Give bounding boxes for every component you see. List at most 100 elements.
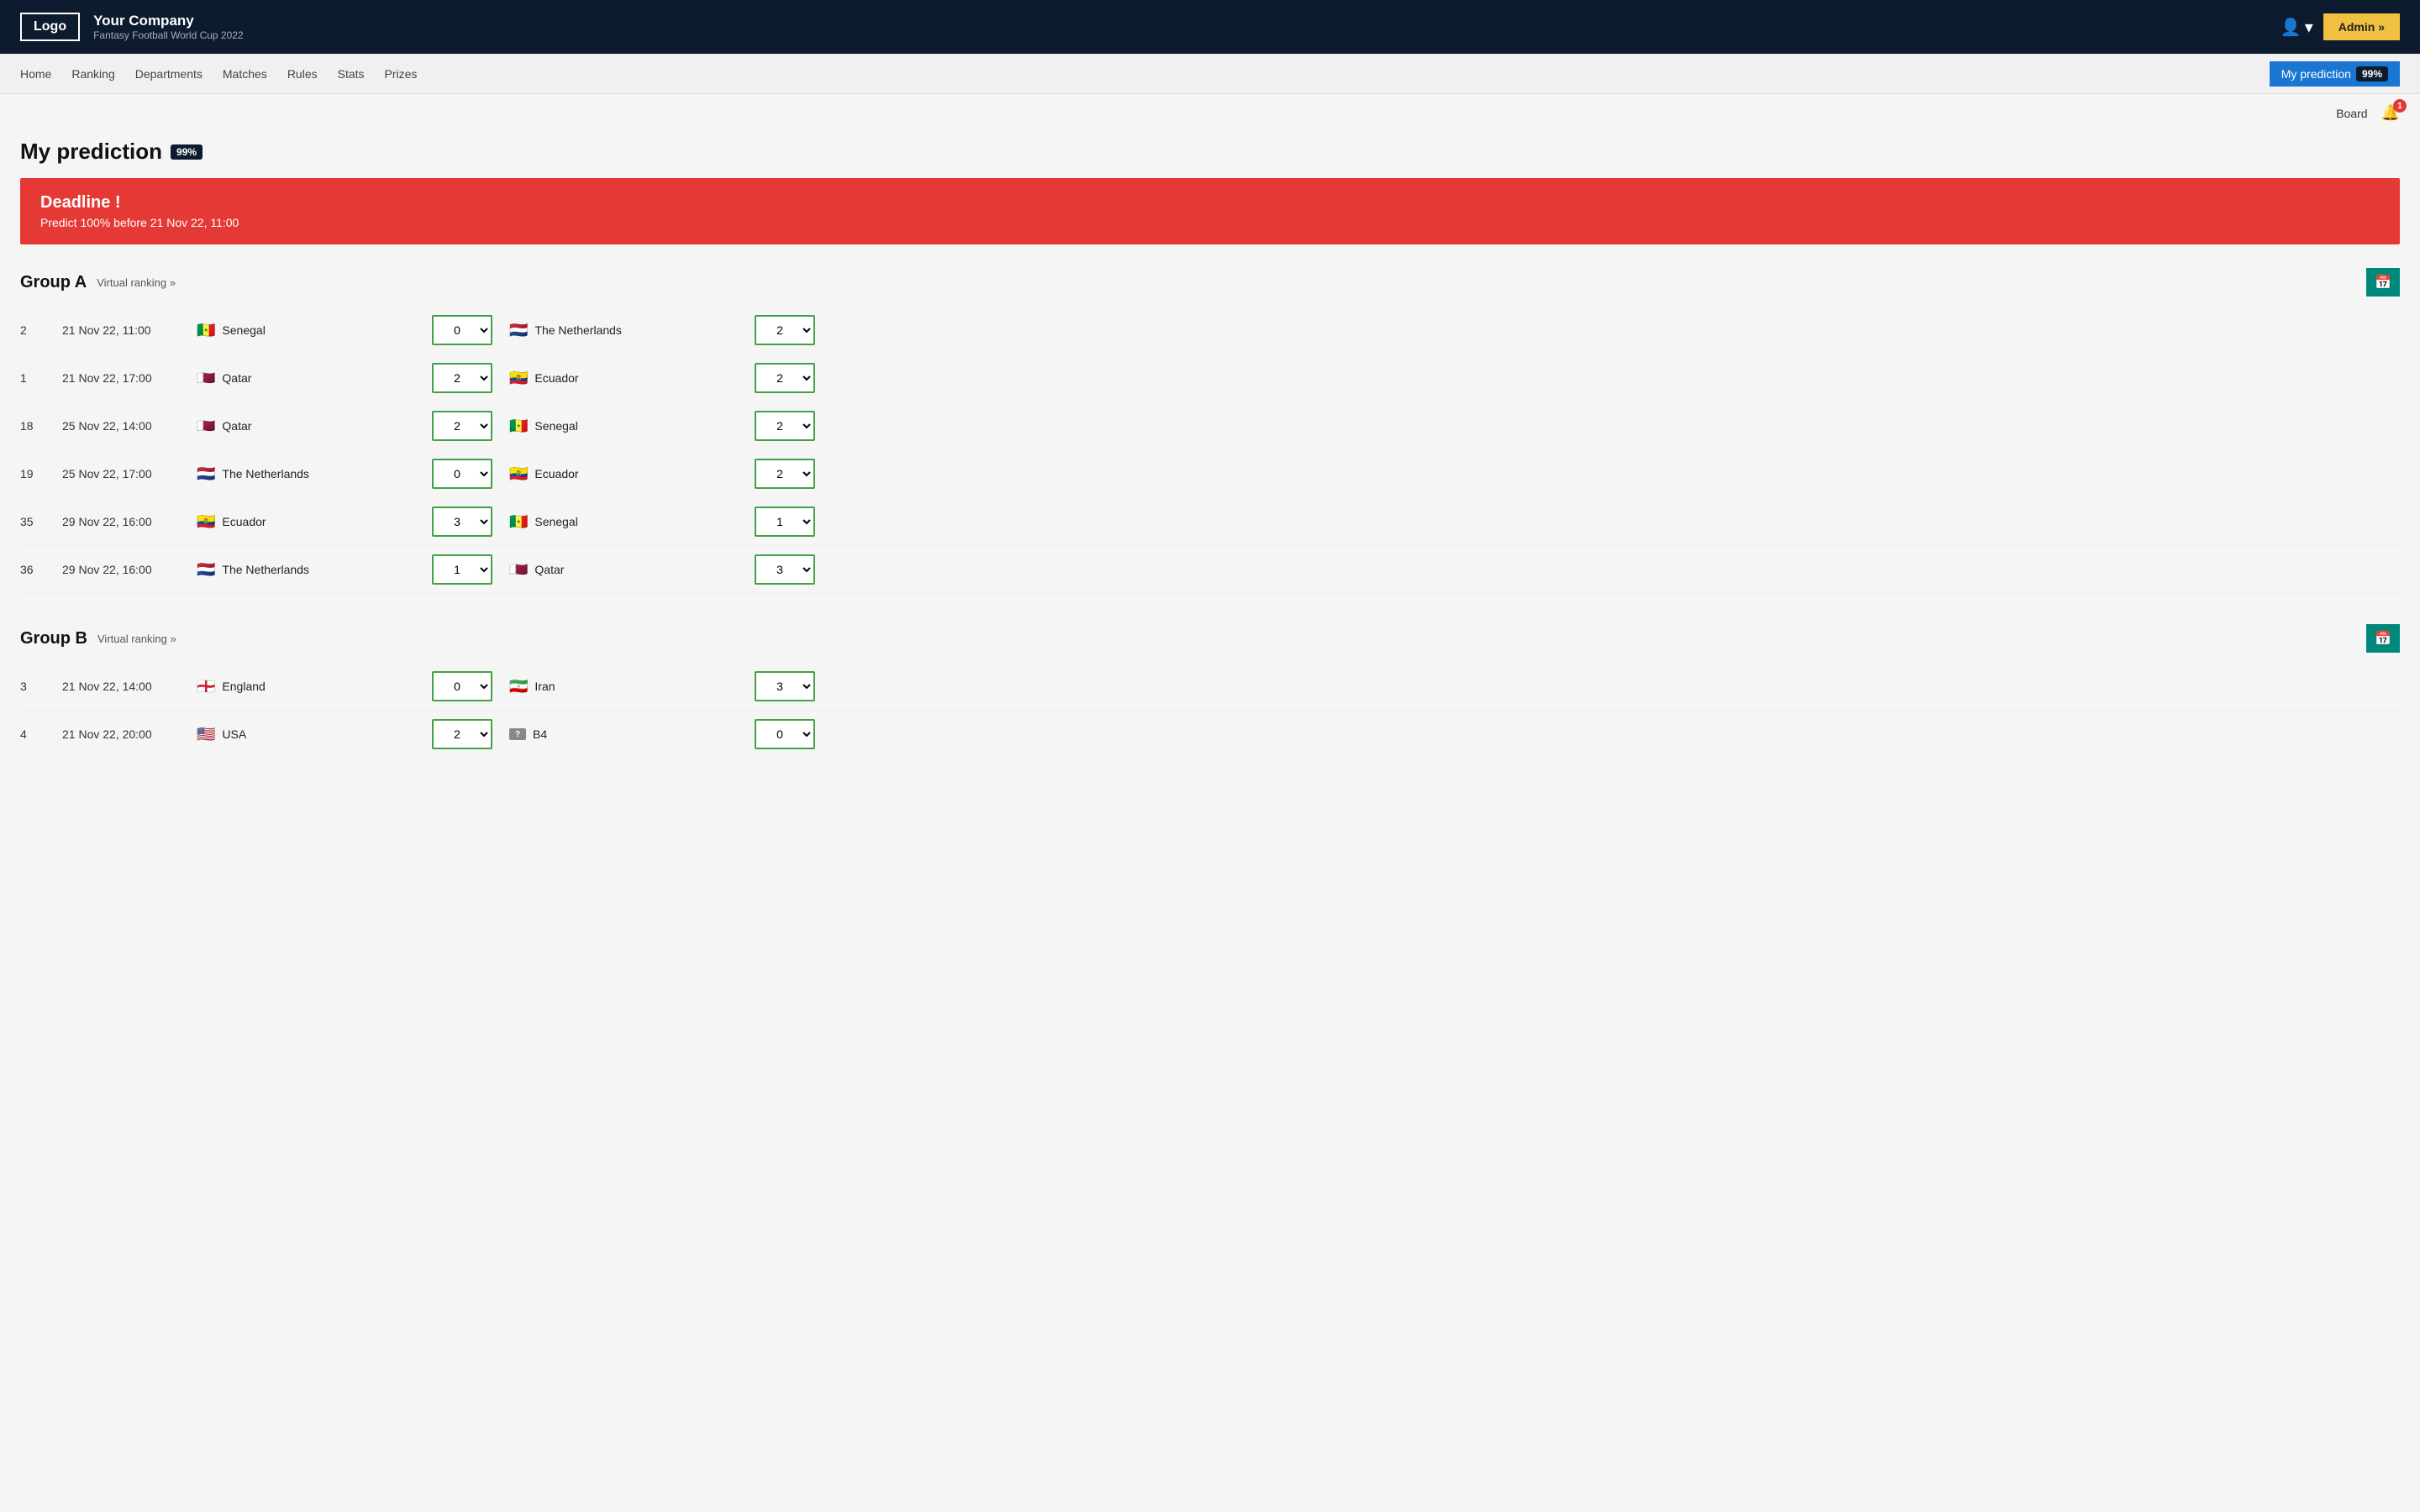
navigation: Home Ranking Departments Matches Rules S…	[0, 54, 2420, 94]
match-row-0-5: 3629 Nov 22, 16:00🇳🇱The Netherlands01234…	[20, 546, 2400, 594]
group-header-0: Group AVirtual ranking »📅	[20, 268, 2400, 297]
score1-select-0-3[interactable]: 012345678910	[432, 459, 492, 489]
score1-select-0-0[interactable]: 012345678910	[432, 315, 492, 345]
nav-home[interactable]: Home	[20, 67, 51, 81]
match-team2-0-3: 🇪🇨 Ecuador	[509, 465, 744, 483]
user-avatar-icon: 👤	[2281, 17, 2302, 38]
score2-select-0-0[interactable]: 012345678910	[755, 315, 815, 345]
score1-select-0-5[interactable]: 012345678910	[432, 554, 492, 585]
match-team1-0-0: 🇸🇳 Senegal	[197, 322, 432, 339]
score2-container-0-0: 012345678910	[755, 315, 822, 345]
match-date-0-1: 21 Nov 22, 17:00	[62, 371, 197, 385]
deadline-banner: Deadline ! Predict 100% before 21 Nov 22…	[20, 178, 2400, 244]
match-row-1-1: 421 Nov 22, 20:00🇺🇸USA012345678910?B4012…	[20, 711, 2400, 759]
match-team2-0-2: 🇸🇳 Senegal	[509, 417, 744, 435]
score1-container-0-2: 012345678910	[432, 411, 499, 441]
my-prediction-nav-button[interactable]: My prediction 99%	[2270, 61, 2400, 87]
admin-button[interactable]: Admin »	[2323, 13, 2400, 40]
score2-container-0-1: 012345678910	[755, 363, 822, 393]
flag2-icon-1-1: ?	[509, 728, 526, 740]
team2-name-0-4: Senegal	[534, 515, 577, 528]
match-date-1-1: 21 Nov 22, 20:00	[62, 727, 197, 741]
page-score-badge: 99%	[171, 144, 203, 160]
virtual-ranking-1[interactable]: Virtual ranking »	[97, 633, 176, 645]
team1-name-0-2: Qatar	[222, 419, 251, 433]
nav-links: Home Ranking Departments Matches Rules S…	[20, 67, 417, 81]
match-num-0-2: 18	[20, 419, 62, 433]
score2-select-0-1[interactable]: 012345678910	[755, 363, 815, 393]
score2-select-0-2[interactable]: 012345678910	[755, 411, 815, 441]
notification-count-badge: 1	[2393, 99, 2407, 113]
score1-container-0-5: 012345678910	[432, 554, 499, 585]
flag2-icon-0-1: 🇪🇨	[509, 370, 528, 387]
score2-select-0-5[interactable]: 012345678910	[755, 554, 815, 585]
page-title: My prediction 99%	[20, 139, 2400, 165]
group-title-1: Group B	[20, 629, 87, 648]
match-team2-1-1: ? B4	[509, 727, 744, 741]
team2-name-0-3: Ecuador	[534, 467, 578, 480]
logo: Logo	[20, 13, 80, 41]
page-title-text: My prediction	[20, 139, 162, 165]
match-team1-0-5: 🇳🇱The Netherlands	[197, 561, 432, 579]
match-num-0-1: 1	[20, 371, 62, 385]
score2-container-1-1: 012345678910	[755, 719, 822, 749]
nav-departments[interactable]: Departments	[135, 67, 203, 81]
nav-ranking[interactable]: Ranking	[71, 67, 114, 81]
team1-name-0-4: Ecuador	[222, 515, 266, 528]
match-team1-1-1: 🇺🇸USA	[197, 726, 432, 743]
score1-container-0-4: 012345678910	[432, 507, 499, 537]
nav-stats[interactable]: Stats	[338, 67, 365, 81]
nav-prizes[interactable]: Prizes	[385, 67, 418, 81]
team2-name-1-0: Iran	[534, 680, 555, 693]
match-date-0-0: 21 Nov 22, 11:00	[62, 323, 197, 337]
user-menu[interactable]: 👤 ▾	[2281, 17, 2313, 38]
team1-name-1-1: USA	[222, 727, 246, 741]
score1-container-1-0: 012345678910	[432, 671, 499, 701]
team2-name-1-1: B4	[533, 727, 547, 741]
team1-name-0-3: The Netherlands	[222, 467, 309, 480]
score2-select-0-4[interactable]: 012345678910	[755, 507, 815, 537]
company-name: Your Company	[93, 13, 244, 29]
flag1-icon-0-4: 🇪🇨	[197, 513, 215, 531]
score1-select-1-1[interactable]: 012345678910	[432, 719, 492, 749]
bell-container: 🔔 1	[2381, 104, 2400, 122]
score1-container-1-1: 012345678910	[432, 719, 499, 749]
team2-name-0-2: Senegal	[534, 419, 577, 433]
team2-name-0-0: The Netherlands	[534, 323, 622, 337]
team1-name-1-0: England	[222, 680, 265, 693]
flag2-icon-0-2: 🇸🇳	[509, 417, 528, 435]
score2-container-0-3: 012345678910	[755, 459, 822, 489]
match-num-0-3: 19	[20, 467, 62, 480]
score1-select-0-2[interactable]: 012345678910	[432, 411, 492, 441]
calendar-button-0[interactable]: 📅	[2366, 268, 2400, 297]
score1-select-1-0[interactable]: 012345678910	[432, 671, 492, 701]
deadline-title: Deadline !	[40, 193, 2380, 213]
team1-name-0-0: Senegal	[222, 323, 265, 337]
deadline-message: Predict 100% before 21 Nov 22, 11:00	[40, 216, 2380, 229]
main-content: My prediction 99% Deadline ! Predict 100…	[0, 122, 2420, 822]
score2-select-1-0[interactable]: 012345678910	[755, 671, 815, 701]
group-section-1: Group B Virtual ranking » 📅 321 Nov 22, 14:…	[20, 624, 2400, 759]
score2-container-0-5: 012345678910	[755, 554, 822, 585]
score2-container-1-0: 012345678910	[755, 671, 822, 701]
nav-matches[interactable]: Matches	[223, 67, 267, 81]
match-num-1-0: 3	[20, 680, 62, 693]
flag1-icon-0-0: 🇸🇳	[197, 322, 215, 339]
nav-rules[interactable]: Rules	[287, 67, 318, 81]
flag2-icon-0-3: 🇪🇨	[509, 465, 528, 483]
flag1-icon-0-2: 🇶🇦	[197, 417, 215, 435]
calendar-button-1[interactable]: 📅	[2366, 624, 2400, 653]
score1-select-0-4[interactable]: 012345678910	[432, 507, 492, 537]
virtual-ranking-0[interactable]: Virtual ranking »	[97, 276, 176, 289]
score1-select-0-1[interactable]: 012345678910	[432, 363, 492, 393]
match-team1-0-1: 🇶🇦Qatar	[197, 370, 432, 387]
board-link[interactable]: Board	[2336, 107, 2367, 120]
match-num-1-1: 4	[20, 727, 62, 741]
match-row-0-2: 1825 Nov 22, 14:00🇶🇦Qatar012345678910🇸🇳S…	[20, 402, 2400, 450]
score2-select-0-3[interactable]: 012345678910	[755, 459, 815, 489]
flag1-icon-0-1: 🇶🇦	[197, 370, 215, 387]
header-left: Logo Your Company Fantasy Football World…	[20, 13, 244, 41]
match-team2-0-0: 🇳🇱The Netherlands	[509, 322, 744, 339]
score2-select-1-1[interactable]: 012345678910	[755, 719, 815, 749]
match-row-1-0: 321 Nov 22, 14:00🏴󠁧󠁢󠁥󠁮󠁧󠁿England012345678…	[20, 663, 2400, 711]
